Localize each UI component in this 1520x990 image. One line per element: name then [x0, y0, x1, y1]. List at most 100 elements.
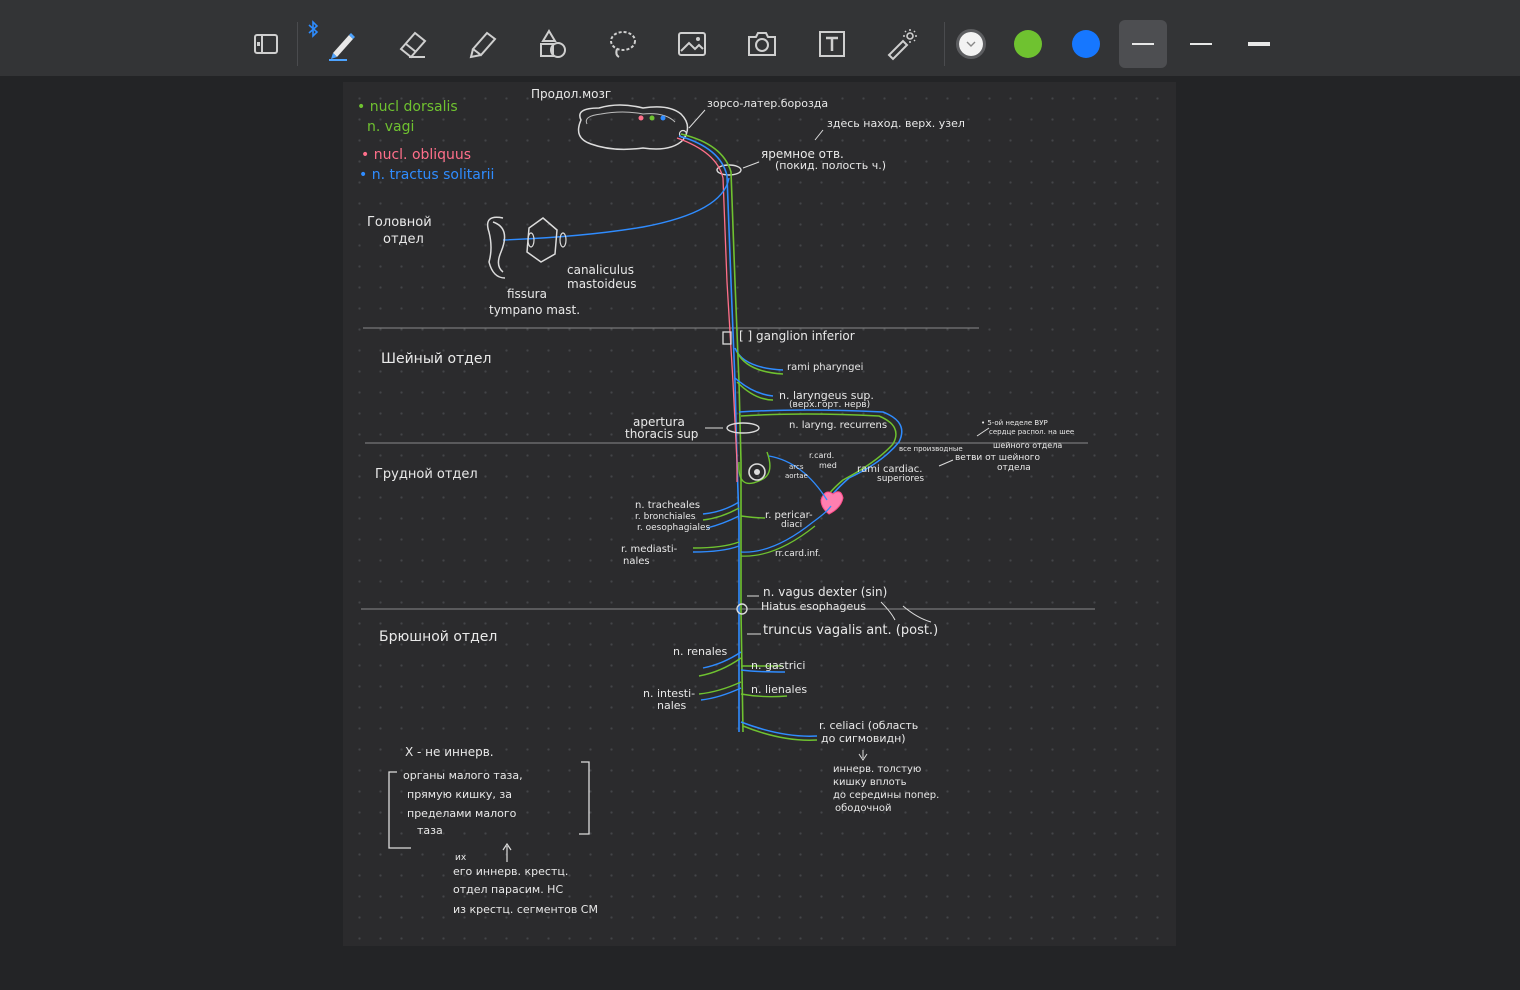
fissura-label-2: tympano mast.	[489, 303, 581, 317]
rami-cardiaci-label-2: superiores	[877, 474, 925, 484]
pen-icon	[329, 33, 355, 61]
apertura-label-2: thoracis sup	[625, 427, 699, 441]
rcard-inf-label: rr.card.inf.	[775, 549, 821, 559]
heart-note-2: сердце распол. на шее	[989, 428, 1075, 436]
head-section-label: Головной	[367, 215, 432, 230]
temporal-bone-sketch	[526, 217, 558, 263]
canaliculus-label: canaliculus	[567, 263, 634, 277]
chevron-down-icon	[966, 41, 976, 47]
brainstem-outline	[577, 104, 689, 151]
heart-note-4: шейного отдела	[993, 441, 1063, 450]
bottom-note-ix: их	[455, 853, 467, 863]
coeliaci-label: r. celiaci (область	[819, 719, 919, 732]
bracket-note-4: таза	[417, 824, 443, 837]
abdomen-section-label: Брюшной отдел	[379, 629, 498, 645]
jugular-foramen-sub: (покид. полость ч.)	[775, 159, 887, 172]
legend-dorsalis: • nucl dorsalis	[357, 99, 458, 115]
pen-tool-button[interactable]	[320, 22, 364, 66]
lasso-icon	[610, 31, 636, 58]
bracket-note-3: пределами малого	[407, 807, 517, 820]
lienales-label: n. lienales	[751, 683, 808, 696]
image-icon	[678, 32, 706, 56]
color-swatch-blue[interactable]	[1072, 30, 1100, 58]
heart-note-1: • 5-ой неделе ВУР	[981, 419, 1048, 427]
colon-note-2: кишку вплоть	[833, 777, 907, 788]
bottom-note-3: из крестц. сегментов СМ	[453, 903, 598, 916]
colon-note-4: ободочной	[835, 803, 892, 814]
bluetooth-icon	[308, 20, 319, 38]
x-note-label: X - не иннерв.	[405, 745, 494, 759]
note-page-canvas[interactable]: • nucl dorsalis n. vagi • nucl. obliquus…	[343, 82, 1176, 946]
stroke-thin-button[interactable]	[1119, 20, 1167, 68]
apertura-marker	[726, 422, 760, 434]
laryng-recurrens-label: n. laryng. recurrens	[789, 420, 888, 431]
rcard-med-label-2: med	[819, 461, 837, 470]
rcard-med-label: r.card.	[809, 451, 835, 460]
camera-tool-button[interactable]	[740, 22, 784, 66]
colon-note-3: до середины попер.	[833, 790, 940, 801]
bottom-note-1: его иннерв. крестц.	[453, 865, 569, 878]
camera-icon	[748, 32, 776, 56]
legend-solitarii: • n. tractus solitarii	[359, 167, 495, 183]
ear-sketch	[486, 216, 506, 279]
bracket-note-2: прямую кишку, за	[407, 788, 512, 801]
gastrici-label: n. gastrici	[751, 659, 806, 672]
neck-section-label: Шейный отдел	[381, 351, 492, 367]
pericardiaci-label-2: diaci	[781, 520, 803, 530]
color-swatch-green[interactable]	[1014, 30, 1042, 58]
tracheales-label: n. tracheales	[635, 500, 701, 511]
renales-label: n. renales	[673, 645, 728, 658]
sidebar-icon	[254, 34, 278, 54]
bottom-note-2: отдел парасим. НС	[453, 883, 564, 896]
hiatus-label: Hiatus esophageus	[761, 600, 866, 613]
bronchiales-label: r. bronchiales	[635, 512, 696, 522]
laser-pointer-icon	[887, 29, 917, 61]
image-tool-button[interactable]	[670, 22, 714, 66]
stroke-medium-button[interactable]	[1177, 20, 1225, 68]
truncus-label: truncus vagalis ant. (post.)	[763, 623, 939, 638]
nucleus-dot-green	[649, 115, 655, 121]
highlighter-tool-button[interactable]	[460, 22, 504, 66]
head-section-label-2: отдел	[383, 232, 424, 247]
fissura-label: fissura	[507, 287, 547, 301]
aorta-label-2: aortae	[785, 472, 808, 480]
toolbar-separator	[297, 22, 298, 66]
eraser-tool-button[interactable]	[390, 22, 434, 66]
brainstem-label: Продол.мозг	[531, 87, 612, 101]
laser-pointer-tool-button[interactable]	[880, 22, 924, 66]
heart-note-3: все производные	[899, 445, 963, 453]
vagus-dexter-label: n. vagus dexter (sin)	[763, 585, 888, 599]
sidebar-toggle-button[interactable]	[244, 22, 288, 66]
nucleus-dot-blue	[660, 115, 666, 121]
groove-label: зорсо-латер.борозда	[707, 97, 829, 110]
highlighter-icon	[469, 31, 497, 59]
ganglion-sup-label: здесь наход. верх. узел	[827, 117, 965, 130]
coeliaci-label-2: до сигмовидн)	[821, 732, 906, 745]
colon-note-1: иннерв. толстую	[833, 764, 922, 775]
ganglion-inferior-label: [ ] ganglion inferior	[739, 329, 855, 343]
heart-note-6: отдела	[997, 463, 1031, 473]
stroke-thick-button[interactable]	[1235, 20, 1283, 68]
mediastinales-label-2: nales	[623, 556, 650, 567]
color-swatch-white[interactable]	[956, 29, 986, 59]
nucleus-dot-red	[638, 115, 644, 121]
legend-obliquus: • nucl. obliquus	[361, 147, 472, 163]
thorax-section-label: Грудной отдел	[375, 467, 478, 482]
eraser-icon	[399, 31, 427, 59]
auricular-branch	[502, 177, 730, 241]
legend-vagi: n. vagi	[367, 119, 415, 135]
text-box-icon	[819, 31, 845, 57]
toolbar	[0, 0, 1520, 76]
shapes-tool-button[interactable]	[530, 22, 574, 66]
oesophagiales-label: r. oesophagiales	[637, 523, 711, 533]
lasso-tool-button[interactable]	[600, 22, 644, 66]
mediastinales-label: r. mediasti-	[621, 544, 678, 555]
bracket-note-1: органы малого таза,	[403, 769, 523, 782]
laryngeus-sup-note: (верх.горт. нерв)	[789, 400, 871, 410]
intestinales-label-2: nales	[657, 699, 687, 712]
toolbar-separator	[944, 22, 945, 66]
canaliculus-label-2: mastoideus	[567, 277, 637, 291]
shapes-icon	[540, 29, 566, 58]
aorta-label: arcs	[789, 463, 804, 471]
text-tool-button[interactable]	[810, 22, 854, 66]
